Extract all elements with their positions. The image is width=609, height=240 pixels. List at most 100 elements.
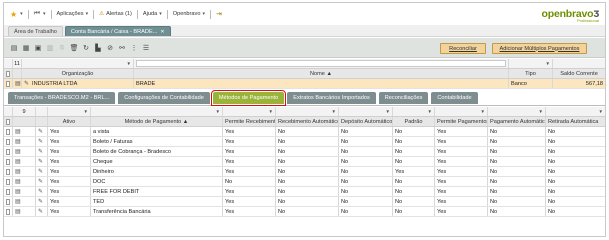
edit-pencil-icon[interactable]: ✎ <box>38 128 43 135</box>
new-document-icon[interactable]: ▤ <box>10 44 18 52</box>
table-row[interactable]: ▤ ✎ Yes TED Yes No No No Yes No No <box>4 197 605 207</box>
favorites-star-icon[interactable]: ★ <box>10 10 17 19</box>
table-row[interactable]: ▤ ✎ INDUSTRIA LTDA BRADE Banco 567,18 <box>4 79 605 89</box>
row-checkbox[interactable] <box>6 198 10 205</box>
column-type[interactable]: Tipo <box>509 69 553 78</box>
form-view-icon[interactable]: ▤ <box>15 80 21 87</box>
column-organization[interactable]: Organização <box>22 69 134 78</box>
form-view-icon[interactable]: ▤ <box>15 138 21 145</box>
tab-reconciliations[interactable]: Reconciliações <box>378 92 429 104</box>
add-multiple-payments-button[interactable]: Adicionar Múltiplos Pagamentos <box>492 43 587 54</box>
table-row[interactable]: ▤ ✎ Yes a vista Yes No No No Yes No No <box>4 127 605 137</box>
link-icon[interactable]: ⚯ <box>118 44 126 52</box>
table-row[interactable]: ▤ ✎ Yes Boleto de Cobrança - Bradesco Yes No N… <box>4 147 605 157</box>
column-auto-withdrawal[interactable]: Retirada Automática <box>546 117 605 126</box>
tab-bank-account[interactable]: Conta Bancária / Caixa - BRADE... ✕ <box>64 26 171 36</box>
undo-icon[interactable]: ⦸ <box>58 44 66 52</box>
tab-transactions[interactable]: Transações - BRADESCO.M2 - BRL... <box>8 92 116 104</box>
form-view-icon[interactable]: ▤ <box>15 208 21 215</box>
form-view-icon[interactable]: ▤ <box>15 128 21 135</box>
delete-icon[interactable]: 🗑 <box>70 44 79 52</box>
row-checkbox[interactable] <box>6 168 10 175</box>
audit-icon[interactable]: ☰ <box>142 44 150 52</box>
tab-imported-bank-statements[interactable]: Extratos Bancários Importados <box>287 92 376 104</box>
auto-payment-filter[interactable]: ▼ <box>488 107 546 116</box>
tab-workspace[interactable]: Área de Trabalho <box>8 26 63 36</box>
column-payment-method[interactable]: Método de Pagamento ▲ <box>91 117 223 126</box>
close-tab-icon[interactable]: ✕ <box>160 29 164 35</box>
auto-deposit-filter[interactable]: ▼ <box>339 107 393 116</box>
table-row[interactable]: ▤ ✎ Yes Dinheiro Yes No No Yes Yes No No <box>4 167 605 177</box>
auto-withdrawal-filter[interactable]: ▼ <box>546 107 605 116</box>
column-auto-deposit[interactable]: Depósito Automático <box>339 117 393 126</box>
alerts-link[interactable]: ⚠ Alertas (1) <box>99 11 132 17</box>
tab-accounting[interactable]: Contabilidade <box>431 92 478 104</box>
column-auto-payment[interactable]: Pagamento Automático <box>488 117 546 126</box>
row-checkbox[interactable] <box>6 148 10 155</box>
balance-filter[interactable] <box>553 59 605 68</box>
column-allow-payments[interactable]: Permite Pagamentos <box>435 117 488 126</box>
table-row[interactable]: ▤ ✎ Yes FREE FOR DEBIT Yes No No No Yes No No <box>4 187 605 197</box>
row-checkbox[interactable] <box>6 80 10 87</box>
tab-payment-methods[interactable]: Métodos de Pagamento <box>210 90 287 106</box>
row-checkbox[interactable] <box>6 128 10 135</box>
payments-filter[interactable]: ▼ <box>435 107 488 116</box>
row-checkbox[interactable] <box>6 188 10 195</box>
user-menu[interactable]: Openbravo ▾ <box>173 11 205 17</box>
edit-pencil-icon[interactable]: ✎ <box>38 208 43 215</box>
auto-receipt-filter[interactable]: ▼ <box>276 107 339 116</box>
edit-pencil-icon[interactable]: ✎ <box>38 168 43 175</box>
edit-pencil-icon[interactable]: ✎ <box>38 198 43 205</box>
form-view-icon[interactable]: ▤ <box>15 188 21 195</box>
column-name[interactable]: Nome ▲ <box>134 69 509 78</box>
help-menu[interactable]: Ajuda ▾ <box>143 11 162 17</box>
reconcile-button[interactable]: Reconciliar <box>440 43 486 54</box>
column-active[interactable]: Ativo <box>48 117 91 126</box>
edit-pencil-icon[interactable]: ✎ <box>24 80 29 87</box>
form-view-icon[interactable]: ▤ <box>15 148 21 155</box>
save-icon[interactable]: ▣ <box>34 44 42 52</box>
default-filter[interactable]: ▼ <box>393 107 435 116</box>
logout-icon[interactable]: ⇥ <box>216 10 222 18</box>
edit-pencil-icon[interactable]: ✎ <box>38 158 43 165</box>
select-all-checkbox[interactable] <box>6 118 10 125</box>
table-row[interactable]: ▤ ✎ Yes Transferência Bancária Yes No No No Yes N… <box>4 207 605 217</box>
edit-pencil-icon[interactable]: ✎ <box>38 188 43 195</box>
edit-pencil-icon[interactable]: ✎ <box>38 178 43 185</box>
tree-icon[interactable]: ⋮ <box>130 44 138 52</box>
edit-pencil-icon[interactable]: ✎ <box>38 148 43 155</box>
refresh-icon[interactable]: ↻ <box>82 44 90 52</box>
save-close-icon[interactable]: ▥ <box>46 44 54 52</box>
applications-menu[interactable]: Aplicações ▾ <box>57 11 89 17</box>
table-row[interactable]: ▤ ✎ Yes Cheque Yes No No No Yes No No <box>4 157 605 167</box>
form-view-icon[interactable]: ▤ <box>15 168 21 175</box>
form-view-icon[interactable]: ▤ <box>15 178 21 185</box>
edit-pencil-icon[interactable]: ✎ <box>38 138 43 145</box>
table-row[interactable]: ▤ ✎ Yes DOC No No No No Yes No No <box>4 177 605 187</box>
receive-filter[interactable]: ▼ <box>223 107 276 116</box>
recent-dropdown-icon[interactable]: ▾ <box>43 11 46 17</box>
type-filter[interactable]: ▼ <box>509 59 553 68</box>
column-default[interactable]: Padrão <box>393 117 435 126</box>
select-all-checkbox[interactable] <box>6 70 10 77</box>
active-filter[interactable]: ▼ <box>48 107 91 116</box>
column-allow-receipt[interactable]: Permite Recebimento <box>223 117 276 126</box>
export-icon[interactable]: ▙ <box>94 44 102 52</box>
form-view-icon[interactable]: ▤ <box>15 198 21 205</box>
tab-accounting-configuration[interactable]: Configurações de Contabilidade <box>118 92 210 104</box>
table-row[interactable]: ▤ ✎ Yes Boleto / Faturas Yes No No No Yes No No <box>4 137 605 147</box>
row-checkbox[interactable] <box>6 178 10 185</box>
row-checkbox[interactable] <box>6 158 10 165</box>
recent-views-icon[interactable]: ⏮ <box>34 10 40 18</box>
new-row-icon[interactable]: ▦ <box>22 44 30 52</box>
column-balance[interactable]: Saldo Corrente <box>553 69 605 78</box>
form-view-icon[interactable]: ▤ <box>15 158 21 165</box>
column-auto-receipt[interactable]: Recebimento Automático <box>276 117 339 126</box>
method-filter[interactable]: ▼ <box>91 107 223 116</box>
row-checkbox[interactable] <box>6 208 10 215</box>
favorites-dropdown-icon[interactable]: ▾ <box>20 11 23 17</box>
name-filter[interactable] <box>134 59 509 68</box>
attachment-icon[interactable]: ⊘ <box>106 44 114 52</box>
row-checkbox[interactable] <box>6 138 10 145</box>
org-filter[interactable]: ▼ <box>22 59 134 68</box>
